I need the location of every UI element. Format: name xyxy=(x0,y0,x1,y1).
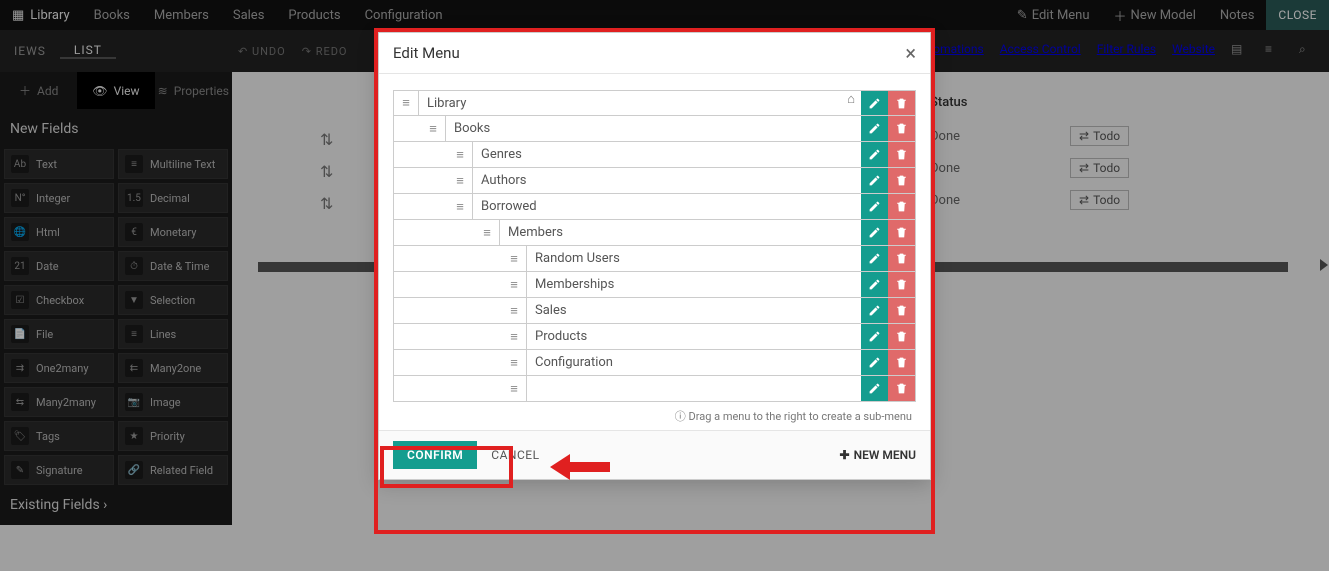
annotation-arrow xyxy=(550,452,610,486)
annotation-highlight-buttons xyxy=(380,446,513,488)
